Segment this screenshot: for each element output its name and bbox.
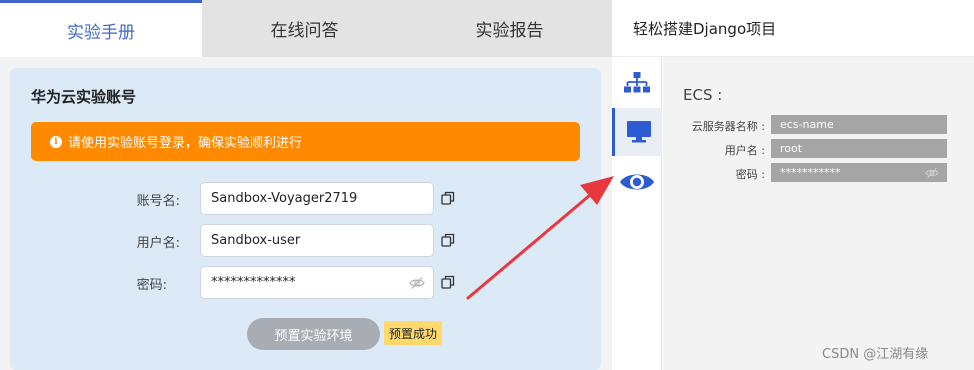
- eye-icon: [620, 174, 654, 190]
- tab-lab-report[interactable]: 实验报告: [407, 0, 612, 57]
- preset-success-badge: 预置成功: [384, 321, 443, 345]
- copy-icon[interactable]: [441, 233, 455, 247]
- password-field[interactable]: *************: [200, 266, 434, 299]
- page-title: 轻松搭建Django项目: [612, 0, 974, 57]
- eye-slash-icon[interactable]: [925, 167, 939, 179]
- tab-lab-manual[interactable]: 实验手册: [0, 0, 202, 57]
- copy-icon[interactable]: [441, 275, 455, 289]
- ecs-password-label: 密码 :: [735, 168, 765, 181]
- watermark: CSDN @江湖有缘: [822, 347, 929, 362]
- username-field[interactable]: Sandbox-user: [200, 224, 434, 257]
- sitemap-icon: [624, 72, 650, 93]
- monitor-icon: [626, 121, 651, 143]
- info-icon: i: [50, 135, 62, 148]
- password-label: 密码:: [136, 278, 167, 293]
- username-value: Sandbox-user: [211, 233, 301, 248]
- login-alert: i 请使用实验账号登录，确保实验顺利进行: [31, 122, 580, 161]
- login-alert-text: 请使用实验账号登录，确保实验顺利进行: [68, 136, 303, 151]
- ecs-username-value[interactable]: root: [771, 139, 947, 158]
- ecs-server-name-value[interactable]: ecs-name: [771, 115, 947, 134]
- ecs-password-text: ***********: [780, 166, 841, 179]
- ecs-title: ECS :: [683, 86, 723, 104]
- password-value: *************: [211, 275, 296, 290]
- ecs-server-name-label: 云服务器名称 :: [691, 120, 765, 133]
- annotation-arrow: [466, 176, 614, 300]
- ecs-password-value[interactable]: ***********: [771, 163, 947, 182]
- preset-environment-button[interactable]: 预置实验环境: [247, 318, 380, 350]
- tab-online-qa[interactable]: 在线问答: [202, 0, 407, 57]
- sitemap-button[interactable]: [612, 59, 662, 107]
- username-label: 用户名:: [136, 236, 180, 251]
- eye-slash-icon[interactable]: [409, 276, 425, 290]
- account-name-label: 账号名:: [136, 194, 180, 209]
- tab-bar: 实验手册 在线问答 实验报告: [0, 0, 612, 57]
- monitor-button[interactable]: [612, 108, 662, 156]
- ecs-username-label: 用户名 :: [724, 144, 765, 157]
- account-name-value: Sandbox-Voyager2719: [211, 191, 358, 206]
- copy-icon[interactable]: [441, 191, 455, 205]
- account-panel-title: 华为云实验账号: [31, 88, 137, 106]
- account-name-field[interactable]: Sandbox-Voyager2719: [200, 182, 434, 215]
